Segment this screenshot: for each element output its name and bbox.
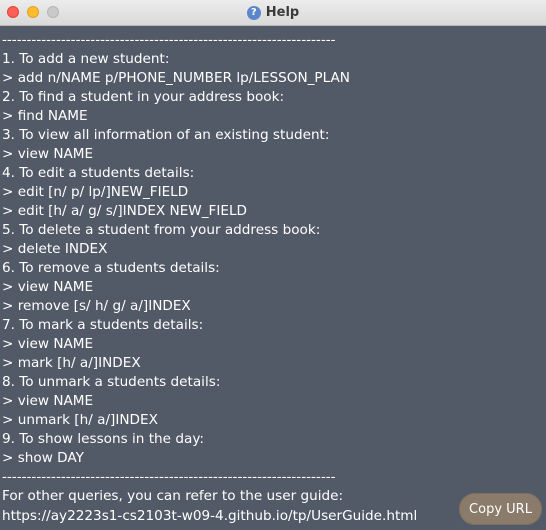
instruction-line: 3. To view all information of an existin… [2,127,330,143]
help-footer: For other queries, you can refer to the … [2,486,417,526]
help-question-icon: ? [246,5,261,20]
instruction-line: 5. To delete a student from your address… [2,222,321,238]
command-line: > view NAME [2,146,94,162]
window-title: Help [265,5,300,20]
separator-line: ----------------------------------------… [2,32,336,48]
command-line: > find NAME [2,108,88,124]
command-line: > unmark [h/ a/]INDEX [2,412,158,428]
instruction-line: 2. To find a student in your address boo… [2,89,285,105]
instruction-line: 7. To mark a students details: [2,317,204,333]
user-guide-url: https://ay2223s1-cs2103t-w09-4.github.io… [2,508,418,524]
command-line: > mark [h/ a/]INDEX [2,355,141,371]
command-line: > edit [h/ a/ g/ s/]INDEX NEW_FIELD [2,203,247,219]
help-message-body: ----------------------------------------… [2,31,542,487]
instruction-line: 8. To unmark a students details: [2,374,221,390]
command-line: > add n/NAME p/PHONE_NUMBER lp/LESSON_PL… [2,70,350,86]
separator-line: ----------------------------------------… [2,469,336,485]
instruction-line: 6. To remove a students details: [2,260,220,276]
instruction-line: 9. To show lessons in the day: [2,431,204,447]
command-line: > view NAME [2,336,94,352]
command-line: > delete INDEX [2,241,108,257]
command-line: > show DAY [2,450,84,466]
window-title-group: ? Help [0,0,546,25]
footer-text: For other queries, you can refer to the … [2,488,344,504]
copy-url-button[interactable]: Copy URL [459,493,542,525]
command-line: > edit [n/ p/ lp/]NEW_FIELD [2,184,189,200]
command-line: > view NAME [2,279,94,295]
command-line: > remove [s/ h/ g/ a/]INDEX [2,298,191,314]
instruction-line: 1. To add a new student: [2,51,170,67]
instruction-line: 4. To edit a students details: [2,165,195,181]
command-line: > view NAME [2,393,94,409]
title-bar: ? Help [0,0,546,26]
